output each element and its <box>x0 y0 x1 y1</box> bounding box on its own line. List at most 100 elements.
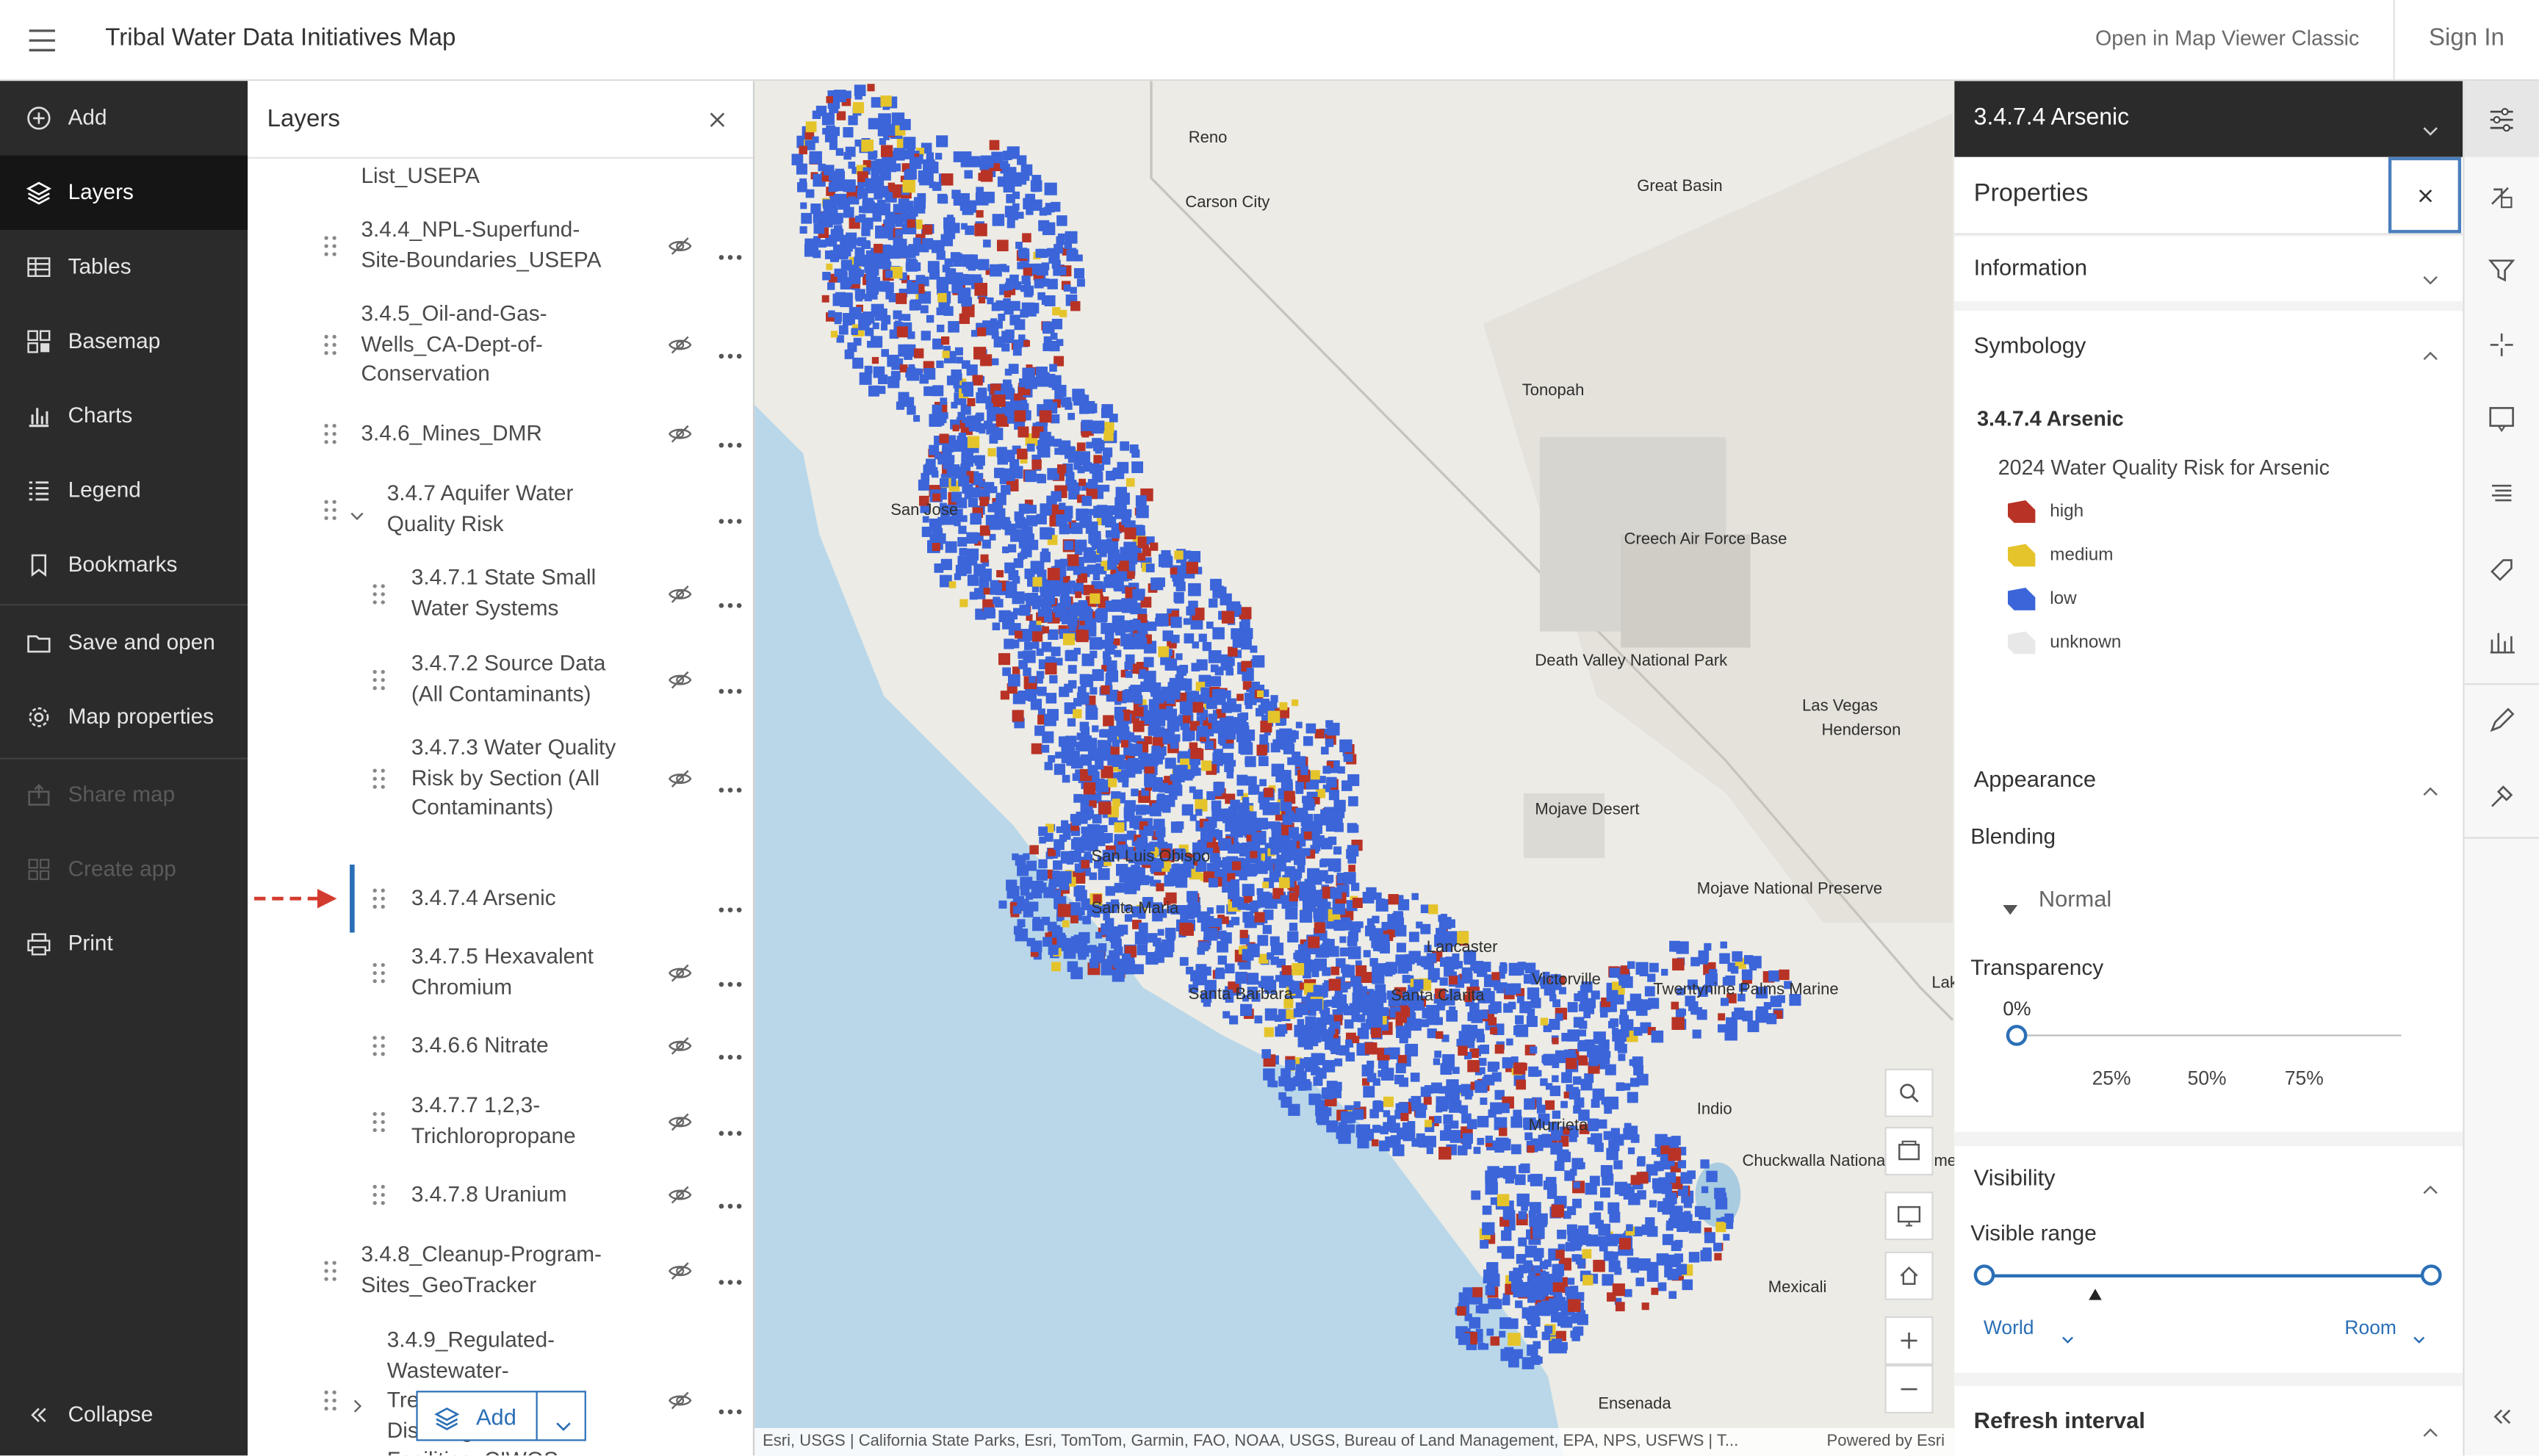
zoom-in-button[interactable] <box>1884 1316 1934 1365</box>
visibility-off-icon[interactable] <box>667 333 693 356</box>
popups-icon[interactable] <box>2485 403 2518 436</box>
fullscreen-button[interactable] <box>1884 1192 1934 1241</box>
close-properties-button[interactable] <box>2388 156 2462 234</box>
range-max-handle[interactable] <box>2420 1264 2442 1286</box>
drag-handle-icon[interactable] <box>371 887 387 910</box>
drag-handle-icon[interactable] <box>323 423 339 446</box>
map-view[interactable]: Reno Carson City Great Basin Tonopah Creech … <box>755 81 1955 1456</box>
visibility-off-icon[interactable] <box>667 423 693 446</box>
sign-in-button[interactable]: Sign In <box>2429 24 2504 51</box>
menu-icon[interactable] <box>26 24 58 57</box>
more-options-icon[interactable] <box>717 339 743 358</box>
range-min-handle[interactable] <box>1973 1264 1995 1286</box>
max-scale-select[interactable]: Room <box>2344 1313 2441 1345</box>
more-options-icon[interactable] <box>717 1396 743 1415</box>
charts-tool-icon[interactable] <box>2485 627 2518 659</box>
zoom-out-button[interactable] <box>1884 1364 1934 1414</box>
more-options-icon[interactable] <box>717 1265 743 1284</box>
powered-by-esri[interactable]: Powered by Esri <box>1827 1433 1945 1451</box>
appearance-title[interactable]: Appearance <box>1974 765 2096 791</box>
chevron-right-icon[interactable] <box>350 1393 364 1413</box>
visibility-off-icon[interactable] <box>667 1259 693 1282</box>
chevron-down-icon[interactable] <box>555 1410 572 1432</box>
styles-icon[interactable] <box>2485 180 2518 212</box>
filter-icon[interactable] <box>2485 254 2518 286</box>
search-button[interactable] <box>1884 1068 1934 1117</box>
visibility-title[interactable]: Visibility <box>1974 1164 2056 1190</box>
drag-handle-icon[interactable] <box>323 1390 339 1413</box>
refresh-interval-section[interactable]: Refresh interval <box>1954 1385 2463 1456</box>
nav-share-map: Share map <box>0 757 248 832</box>
blending-select[interactable]: Normal <box>1987 873 2311 925</box>
visibility-off-icon[interactable] <box>667 1035 693 1058</box>
drag-handle-icon[interactable] <box>371 767 387 790</box>
drag-handle-icon[interactable] <box>371 582 387 605</box>
transparency-track[interactable] <box>2015 1034 2402 1037</box>
chevron-down-icon[interactable] <box>350 501 364 519</box>
visibility-off-icon[interactable] <box>667 961 693 984</box>
more-options-icon[interactable] <box>717 1042 743 1061</box>
drag-handle-icon[interactable] <box>371 961 387 984</box>
more-options-icon[interactable] <box>717 505 743 523</box>
visibility-off-icon[interactable] <box>667 668 693 691</box>
drag-handle-icon[interactable] <box>371 1184 387 1207</box>
chevron-up-icon[interactable] <box>2422 1174 2438 1194</box>
nav-layers[interactable]: Layers <box>0 155 248 230</box>
sketch-icon[interactable] <box>2485 704 2518 737</box>
effects-icon[interactable] <box>2485 328 2518 361</box>
nav-legend[interactable]: Legend <box>0 453 248 527</box>
nav-tables[interactable]: Tables <box>0 230 248 304</box>
visibility-off-icon[interactable] <box>667 1110 693 1133</box>
add-layer-button[interactable]: Add <box>416 1391 586 1441</box>
drag-handle-icon[interactable] <box>323 498 339 521</box>
drag-handle-icon[interactable] <box>371 1035 387 1058</box>
more-options-icon[interactable] <box>717 774 743 793</box>
more-options-icon[interactable] <box>717 1190 743 1209</box>
attribution-text: Esri, USGS | California State Parks, Esr… <box>763 1432 1739 1451</box>
symbology-title[interactable]: Symbology <box>1974 332 2086 358</box>
fields-icon[interactable] <box>2485 477 2518 510</box>
nav-bookmarks[interactable]: Bookmarks <box>0 528 248 602</box>
nav-save-open-label: Save and open <box>68 630 215 655</box>
nav-map-properties[interactable]: Map properties <box>0 680 248 754</box>
labels-icon[interactable] <box>2485 552 2518 585</box>
chevron-double-left-icon[interactable] <box>2485 1400 2518 1432</box>
drag-handle-icon[interactable] <box>371 668 387 691</box>
nav-add[interactable]: Add <box>0 81 248 155</box>
nav-charts[interactable]: Charts <box>0 379 248 453</box>
nav-print[interactable]: Print <box>0 907 248 981</box>
drag-handle-icon[interactable] <box>371 1110 387 1133</box>
home-button[interactable] <box>1884 1251 1934 1300</box>
more-options-icon[interactable] <box>717 240 743 259</box>
nav-save-open[interactable]: Save and open <box>0 605 248 680</box>
more-options-icon[interactable] <box>717 967 743 987</box>
visibility-off-icon[interactable] <box>667 1390 693 1413</box>
transparency-slider-handle[interactable] <box>2006 1025 2028 1046</box>
basemap-toggle-button[interactable] <box>1884 1126 1934 1176</box>
more-options-icon[interactable] <box>717 588 743 608</box>
information-section[interactable]: Information <box>1954 236 2463 301</box>
nav-basemap[interactable]: Basemap <box>0 304 248 378</box>
drag-handle-icon[interactable] <box>323 234 339 256</box>
close-icon[interactable] <box>707 109 727 128</box>
visibility-off-icon[interactable] <box>667 1184 693 1207</box>
drag-handle-icon[interactable] <box>323 333 339 356</box>
sliders-icon[interactable] <box>2485 104 2518 136</box>
visibility-off-icon[interactable] <box>667 234 693 256</box>
analysis-icon[interactable] <box>2485 780 2518 812</box>
layer-selector[interactable]: 3.4.7.4 Arsenic <box>1954 81 2463 157</box>
chevron-up-icon[interactable] <box>2422 340 2438 361</box>
visibility-off-icon[interactable] <box>667 582 693 605</box>
drag-handle-icon[interactable] <box>323 1259 339 1282</box>
more-options-icon[interactable] <box>717 430 743 448</box>
min-scale-select[interactable]: World <box>1984 1313 2097 1345</box>
chevron-up-icon[interactable] <box>2422 776 2438 796</box>
open-classic-link[interactable]: Open in Map Viewer Classic <box>2095 26 2359 50</box>
legend-swatch <box>2007 588 2036 610</box>
more-options-icon[interactable] <box>717 1117 743 1136</box>
visibility-off-icon[interactable] <box>667 767 693 790</box>
collapse-button[interactable]: Collapse <box>0 1378 248 1452</box>
visible-range-track[interactable] <box>1983 1274 2431 1277</box>
more-options-icon[interactable] <box>717 674 743 693</box>
more-options-icon[interactable] <box>717 894 743 913</box>
